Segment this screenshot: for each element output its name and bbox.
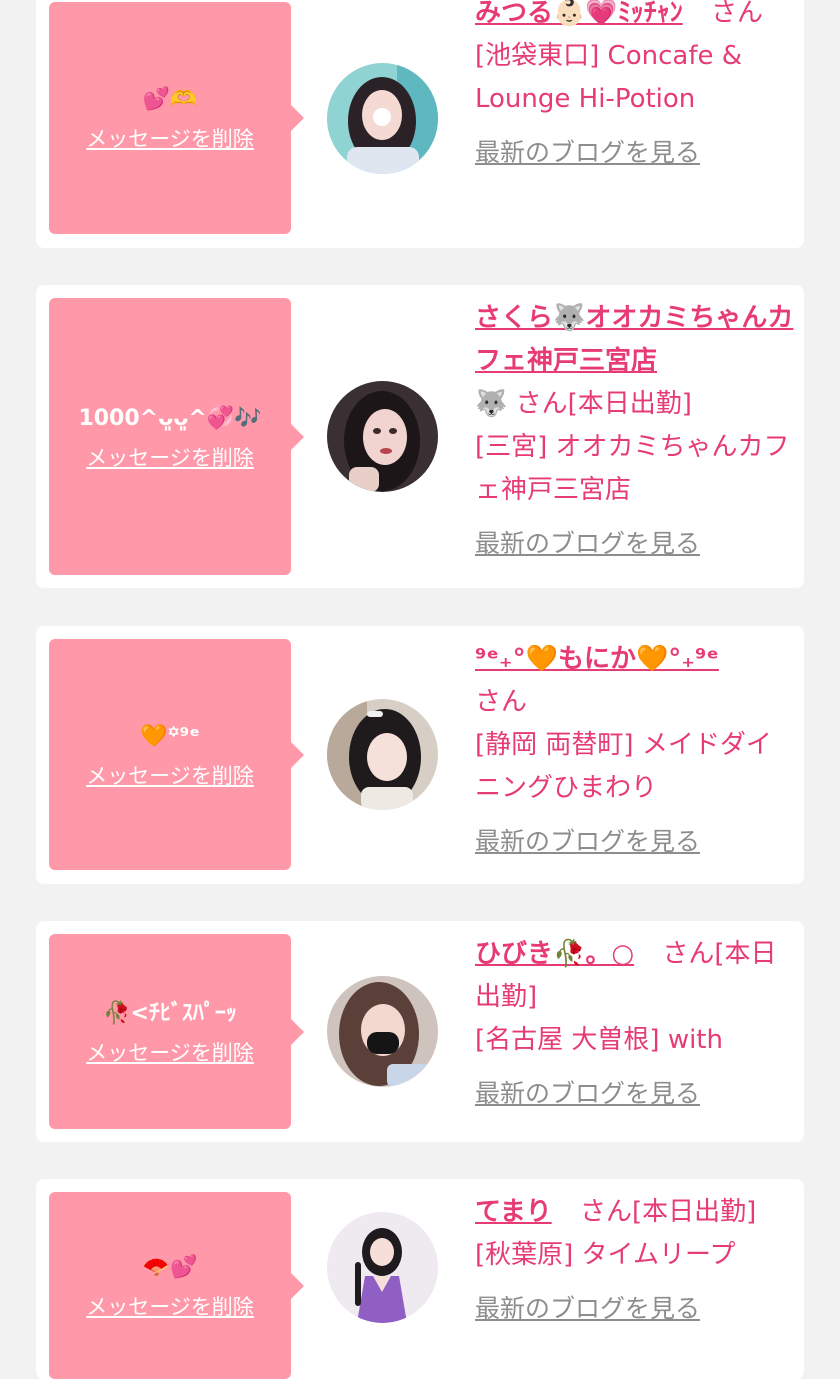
cast-name-link[interactable]: さくら🐺オオカミちゃんカフェ神戸三宮店 [475, 303, 793, 376]
message-text: 1000^ᴗ͈ᴗ͈^💞🎶 [78, 405, 262, 431]
avatar[interactable] [327, 381, 438, 492]
shop-name: [三宮] オオカミちゃんカフェ神戸三宮店 [475, 432, 790, 505]
cast-info: さくら🐺オオカミちゃんカフェ神戸三宮店 🐺 さん[本日出勤] [三宮] オオカミ… [475, 297, 795, 566]
shop-name: [静岡 両替町] メイドダイニングひまわり [475, 730, 772, 803]
cast-suffix: さん [475, 687, 528, 717]
avatar[interactable] [327, 976, 438, 1087]
cast-name-link[interactable]: てまり [475, 1197, 552, 1227]
delete-message-link[interactable]: メッセージを削除 [86, 1291, 254, 1321]
cast-info: ⁹ᵉ₊°🧡もにか🧡°₊⁹ᵉ さん [静岡 両替町] メイドダイニングひまわり 最… [475, 638, 795, 864]
message-text: 🥀<ﾁﾋﾞｽﾊﾟｰｯ [103, 1000, 237, 1026]
avatar[interactable] [327, 63, 438, 174]
latest-blog-link[interactable]: 最新のブログを見る [475, 820, 700, 863]
message-bubble: 💕🫶 メッセージを削除 [49, 2, 304, 234]
latest-blog-link[interactable]: 最新のブログを見る [475, 522, 700, 565]
cast-info: ひびき🥀。○ さん[本日出勤] [名古屋 大曽根] with 最新のブログを見る [475, 933, 795, 1116]
message-bubble: 1000^ᴗ͈ᴗ͈^💞🎶 メッセージを削除 [49, 298, 304, 575]
cast-name-link[interactable]: みつる👶🏻💗ﾐｯﾁｬﾝ [475, 0, 683, 28]
shop-name: [池袋東口] Concafe & Lounge Hi-Potion [475, 41, 743, 114]
message-text: 💕🫶 [142, 87, 198, 112]
shop-name: [名古屋 大曽根] with [475, 1025, 723, 1055]
message-bubble: 🧡꙳⁹ᵉ メッセージを削除 [49, 639, 304, 870]
message-text: 🪭💕 [142, 1254, 198, 1280]
cast-suffix: さん[本日出勤] [579, 1197, 757, 1227]
cast-suffix: 🐺 さん[本日出勤] [475, 389, 692, 419]
cast-card: 💕🫶 メッセージを削除 みつる👶🏻💗ﾐｯﾁｬﾝ さん [池袋東口] Concaf… [36, 0, 804, 248]
avatar[interactable] [327, 699, 438, 810]
avatar[interactable] [327, 1212, 438, 1323]
latest-blog-link[interactable]: 最新のブログを見る [475, 1287, 700, 1330]
cast-name-link[interactable]: ⁹ᵉ₊°🧡もにか🧡°₊⁹ᵉ [475, 644, 719, 674]
delete-message-link[interactable]: メッセージを削除 [86, 123, 254, 153]
cast-suffix: さん [711, 0, 764, 28]
message-text: 🧡꙳⁹ᵉ [140, 723, 200, 749]
latest-blog-link[interactable]: 最新のブログを見る [475, 131, 700, 174]
message-bubble: 🪭💕 メッセージを削除 [49, 1192, 304, 1379]
cast-info: てまり さん[本日出勤] [秋葉原] タイムリープ 最新のブログを見る [475, 1191, 795, 1331]
latest-blog-link[interactable]: 最新のブログを見る [475, 1072, 700, 1115]
cast-info: みつる👶🏻💗ﾐｯﾁｬﾝ さん [池袋東口] Concafe & Lounge H… [475, 0, 795, 175]
delete-message-link[interactable]: メッセージを削除 [86, 442, 254, 472]
message-bubble: 🥀<ﾁﾋﾞｽﾊﾟｰｯ メッセージを削除 [49, 934, 304, 1129]
cast-name-link[interactable]: ひびき🥀。○ [475, 939, 634, 969]
cast-card: 🪭💕 メッセージを削除 てまり さん[本日出勤] [秋葉原] タイムリープ 最新… [36, 1179, 804, 1379]
cast-card: 🥀<ﾁﾋﾞｽﾊﾟｰｯ メッセージを削除 ひびき🥀。○ さん[本日出勤] [名古屋… [36, 921, 804, 1142]
delete-message-link[interactable]: メッセージを削除 [86, 760, 254, 790]
cast-card: 🧡꙳⁹ᵉ メッセージを削除 ⁹ᵉ₊°🧡もにか🧡°₊⁹ᵉ さん [静岡 両替町] … [36, 626, 804, 884]
delete-message-link[interactable]: メッセージを削除 [86, 1037, 254, 1067]
shop-name: [秋葉原] タイムリープ [475, 1240, 736, 1270]
cast-card: 1000^ᴗ͈ᴗ͈^💞🎶 メッセージを削除 さくら🐺オオカミちゃんカフェ神戸三宮… [36, 285, 804, 588]
